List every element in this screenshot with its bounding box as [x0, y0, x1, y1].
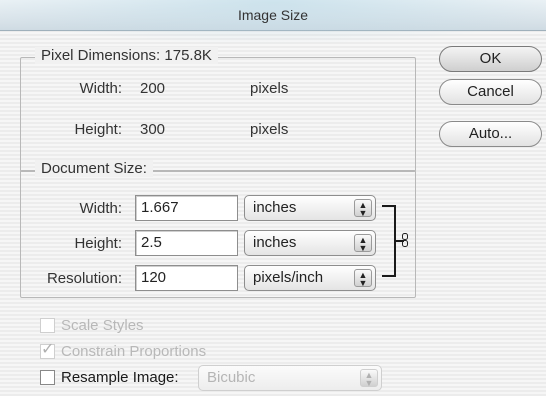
link-chain-icon: [402, 233, 408, 247]
scale-styles-checkbox[interactable]: [40, 317, 55, 333]
stepper-arrows-icon: ▲ ▼: [354, 199, 372, 218]
auto-button[interactable]: Auto...: [439, 121, 542, 147]
pixel-width-label: Width:: [79, 80, 122, 97]
cancel-button[interactable]: Cancel: [439, 79, 542, 105]
constrain-bracket: [382, 205, 396, 277]
pixel-height-label: Height:: [74, 121, 122, 138]
resolution-unit-select[interactable]: pixels/inch ▲ ▼: [244, 265, 376, 291]
window-title: Image Size: [237, 7, 309, 23]
resolution-label: Resolution:: [46, 270, 122, 287]
stepper-arrows-icon: ▲ ▼: [354, 234, 372, 253]
resample-image-label: Resample Image:: [61, 369, 179, 386]
resolution-unit-value: pixels/inch: [253, 269, 324, 286]
ok-button[interactable]: OK: [439, 46, 542, 72]
doc-width-unit-select[interactable]: inches ▲ ▼: [244, 195, 376, 221]
document-size-legend: Document Size:: [35, 160, 153, 177]
doc-height-unit-select[interactable]: inches ▲ ▼: [244, 230, 376, 256]
pixel-dimensions-legend: Pixel Dimensions: 175.8K: [35, 47, 218, 64]
resample-image-checkbox[interactable]: [40, 369, 55, 385]
title-bar[interactable]: Image Size: [0, 0, 546, 45]
resolution-input[interactable]: 120: [135, 265, 238, 291]
checkmark-icon: ✓: [41, 340, 55, 358]
resample-method-value: Bicubic: [207, 369, 256, 386]
doc-width-input[interactable]: 1.667: [135, 195, 238, 221]
doc-width-unit-value: inches: [253, 199, 297, 216]
doc-width-label: Width:: [79, 200, 122, 217]
pixel-width-unit: pixels: [250, 80, 289, 97]
pixel-dimensions-size: 175.8K: [164, 47, 212, 64]
constrain-proportions-option[interactable]: ✓ Constrain Proportions: [40, 341, 207, 362]
stepper-arrows-icon: ▲ ▼: [360, 369, 378, 388]
pixel-height-value: 300: [140, 121, 166, 138]
pixel-dimensions-group: Pixel Dimensions: 175.8K: [20, 47, 416, 172]
constrain-proportions-label: Constrain Proportions: [61, 343, 207, 360]
stepper-arrows-icon: ▲ ▼: [354, 269, 372, 288]
doc-height-unit-value: inches: [253, 234, 297, 251]
pixel-width-value: 200: [140, 80, 166, 97]
constrain-proportions-checkbox[interactable]: ✓: [40, 341, 55, 359]
scale-styles-option[interactable]: Scale Styles: [40, 316, 144, 336]
doc-height-input[interactable]: 2.5: [135, 230, 238, 256]
doc-height-label: Height:: [74, 235, 122, 252]
resample-method-select[interactable]: Bicubic ▲ ▼: [198, 365, 382, 391]
pixel-height-unit: pixels: [250, 121, 289, 138]
resample-image-option[interactable]: Resample Image:: [40, 368, 179, 388]
scale-styles-label: Scale Styles: [61, 317, 144, 334]
